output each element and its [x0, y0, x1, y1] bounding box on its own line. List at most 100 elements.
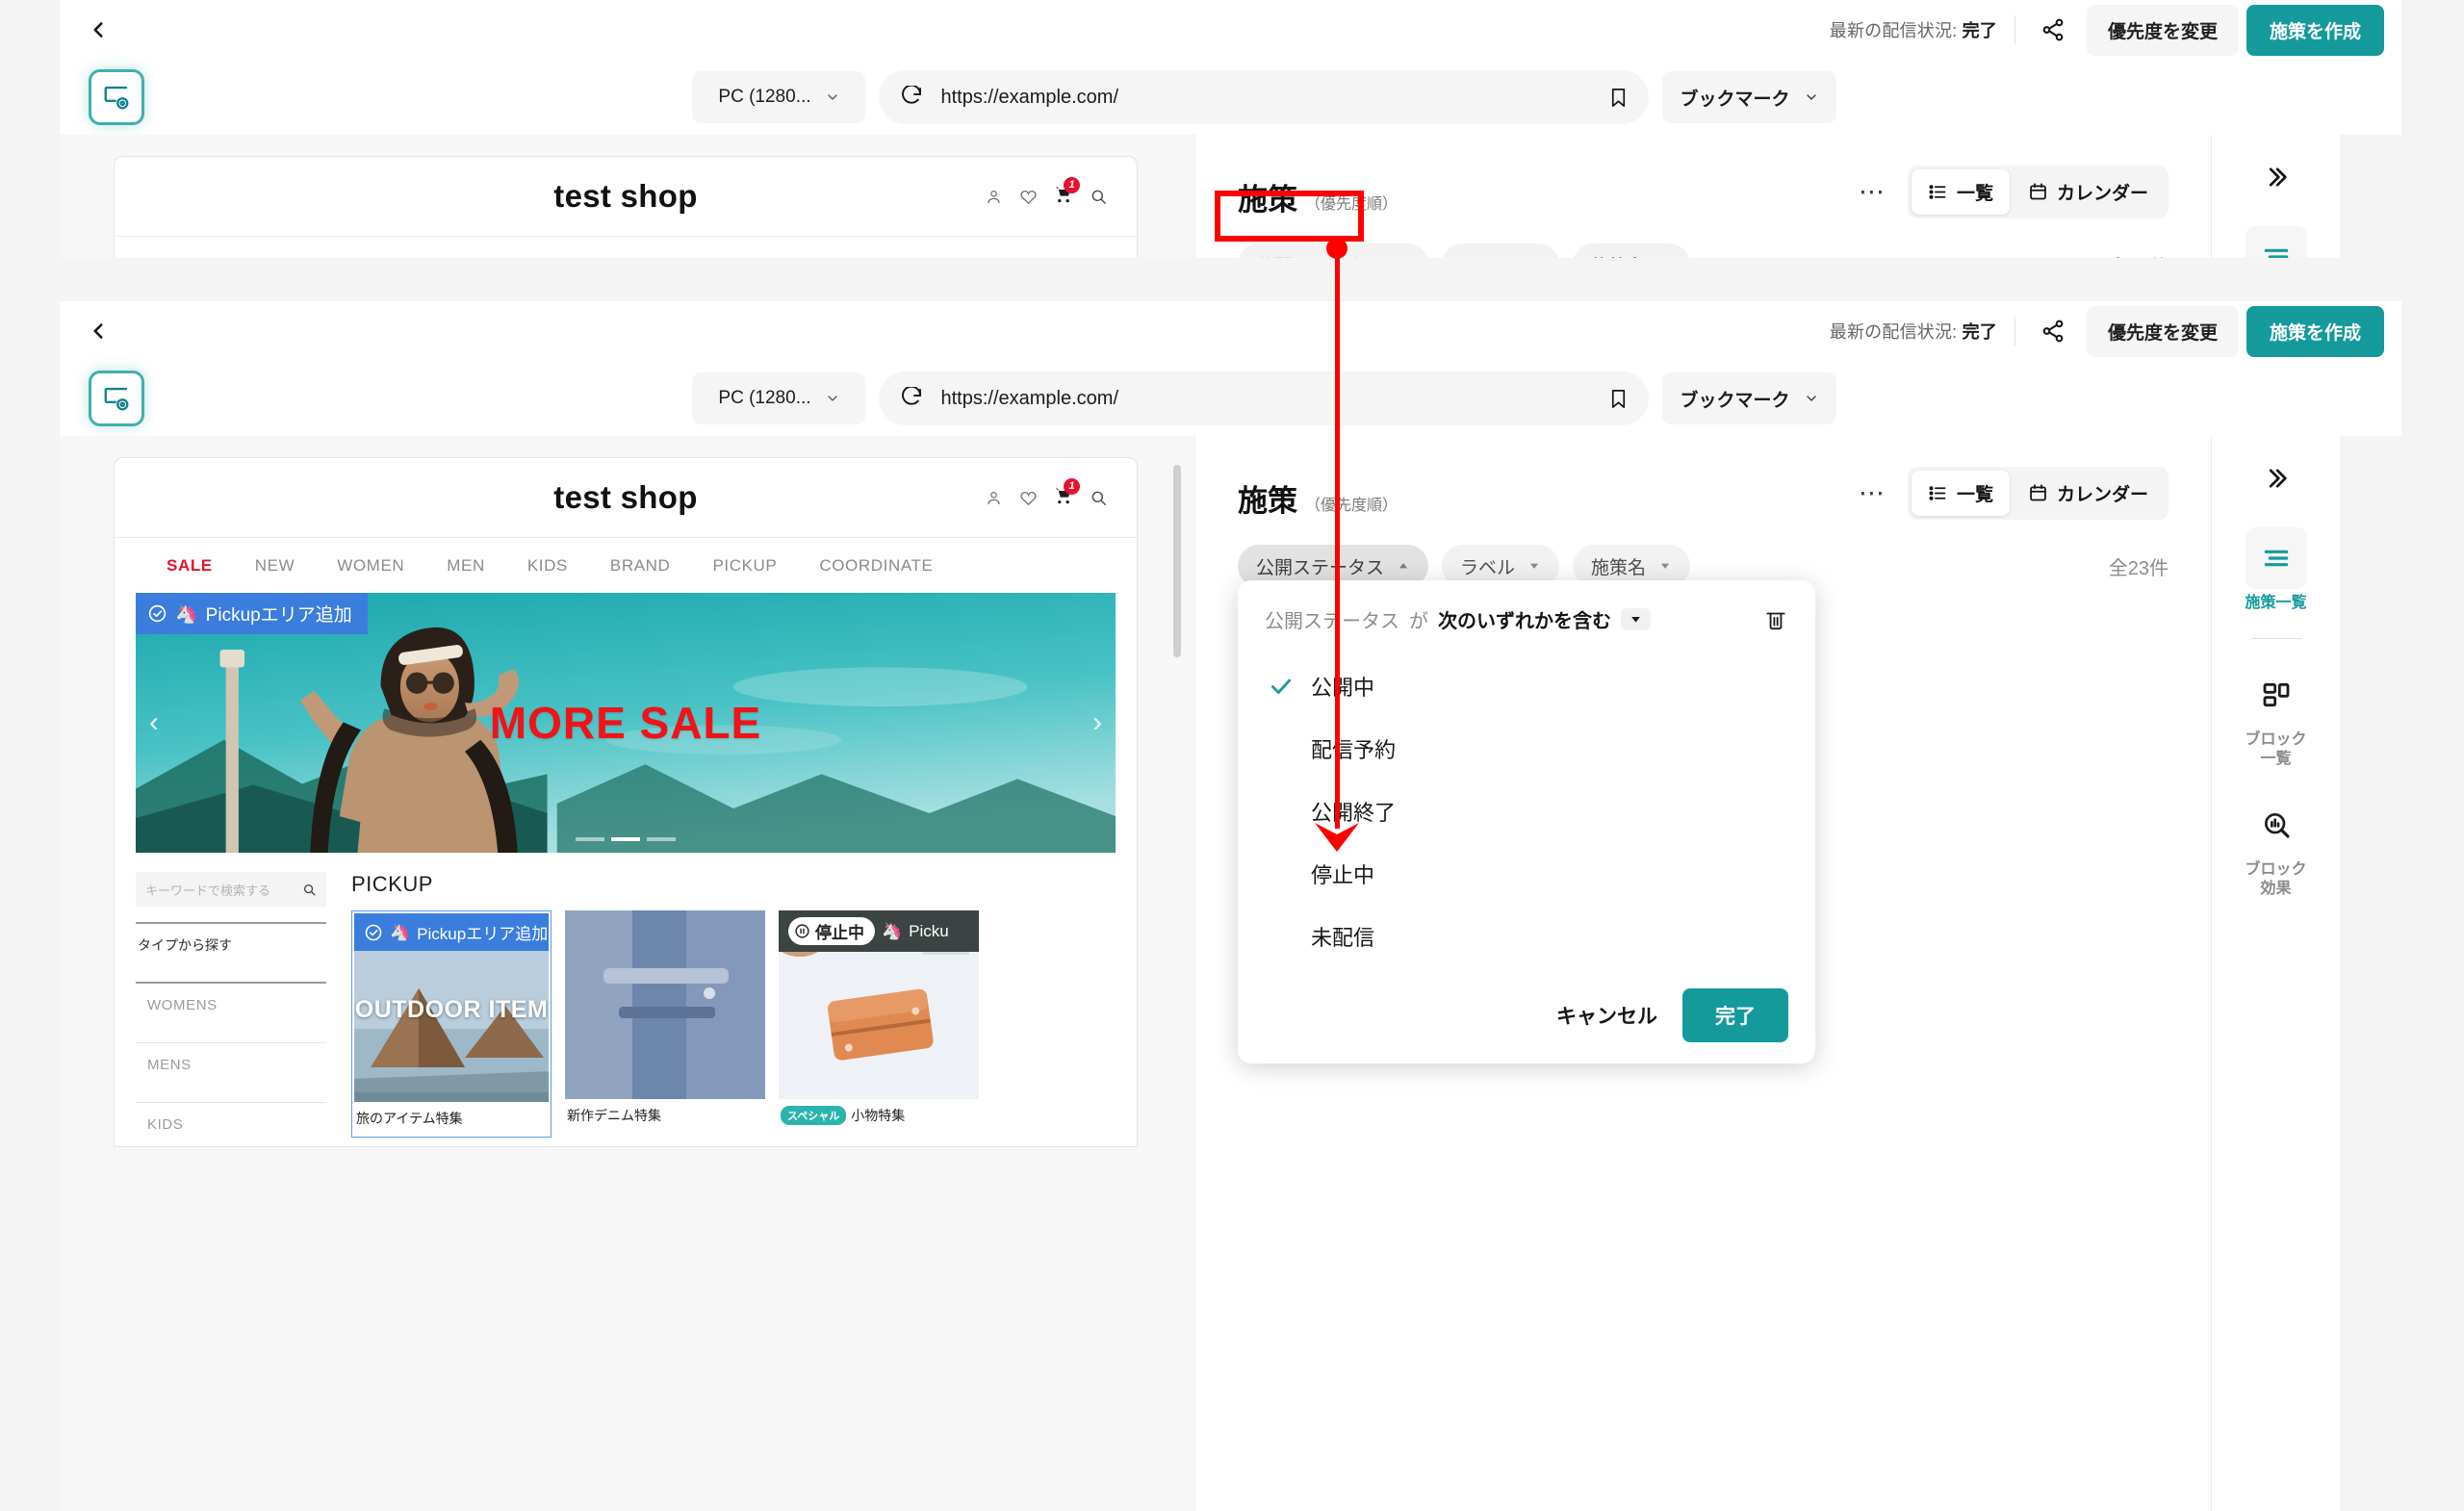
device-select[interactable]: PC (1280...: [692, 71, 866, 123]
device-select[interactable]: PC (1280...: [692, 372, 866, 424]
preview-scrollbar[interactable]: [1173, 465, 1181, 1492]
favorite-icon[interactable]: [1019, 188, 1038, 206]
screen-preview-icon[interactable]: [89, 371, 144, 426]
create-policy-button[interactable]: 施策を作成: [2246, 4, 2384, 56]
dropdown-operator[interactable]: 次のいずれかを含む: [1438, 605, 1651, 633]
shop-nav-item[interactable]: WOMEN: [337, 556, 404, 576]
policy-panel-bottom: 施策 （優先度順） ⋯ 一覧 カレンダー 公開ステータス ラベル 施策名 全23…: [1194, 436, 2211, 1511]
shop-nav-item[interactable]: NEW: [255, 255, 295, 259]
shop-window-bottom: test shop 1 SALE NEW WOMEN MEN KIDS BRAN…: [114, 457, 1138, 1147]
shop-nav-item[interactable]: SALE: [167, 255, 213, 259]
bookmark-select[interactable]: ブックマーク: [1662, 372, 1836, 424]
cart-icon[interactable]: 1: [1054, 477, 1080, 510]
bookmark-select[interactable]: ブックマーク: [1662, 71, 1836, 123]
screen-preview-icon[interactable]: [89, 69, 144, 125]
shop-header-bottom: test shop 1: [115, 458, 1137, 537]
bookmark-icon[interactable]: [1597, 377, 1639, 420]
dropdown-option[interactable]: 未配信: [1265, 905, 1788, 967]
tab-list-view[interactable]: 一覧: [1911, 169, 2010, 215]
hero-prev-arrow[interactable]: ‹: [149, 706, 159, 739]
shop-nav-item[interactable]: MEN: [447, 556, 485, 576]
shop-header-icons: 1: [985, 477, 1108, 510]
dropdown-option[interactable]: 配信予約: [1265, 717, 1788, 780]
trash-icon[interactable]: [1763, 607, 1788, 632]
dropdown-operator-caret[interactable]: [1621, 608, 1651, 630]
blocks-icon: [2246, 664, 2307, 726]
reload-icon[interactable]: [900, 86, 923, 109]
create-policy-button[interactable]: 施策を作成: [2246, 305, 2384, 357]
back-button[interactable]: [77, 9, 119, 51]
dropdown-header: 公開ステータス が 次のいずれかを含む: [1265, 605, 1788, 633]
shop-nav-item[interactable]: COORDINATE: [819, 556, 933, 576]
chevron-double-right-icon[interactable]: [2257, 158, 2296, 201]
change-priority-button[interactable]: 優先度を変更: [2086, 305, 2239, 357]
dropdown-option[interactable]: 公開終了: [1265, 780, 1788, 842]
dropdown-option[interactable]: 停止中: [1265, 842, 1788, 905]
shop-nav-item[interactable]: PICKUP: [712, 556, 777, 576]
share-icon[interactable]: [2031, 309, 2075, 353]
filter-chip-name[interactable]: 施策名: [1573, 243, 1691, 258]
change-priority-button[interactable]: 優先度を変更: [2086, 4, 2239, 56]
account-icon[interactable]: [985, 489, 1003, 507]
bookmark-icon[interactable]: [1597, 76, 1639, 118]
account-icon[interactable]: [985, 188, 1003, 206]
tab-calendar-view[interactable]: カレンダー: [2012, 169, 2165, 215]
rail-item-policy-list[interactable]: 施策一覧: [2212, 226, 2340, 258]
side-item-mens[interactable]: MENS: [136, 1043, 326, 1087]
pickup-card-tag: スペシャル: [781, 1106, 847, 1125]
hero-dot[interactable]: [611, 837, 640, 841]
shop-nav-item[interactable]: KIDS: [527, 556, 568, 576]
shop-nav-item[interactable]: BRAND: [610, 556, 671, 576]
favorite-icon[interactable]: [1019, 489, 1038, 507]
shop-nav-item[interactable]: KIDS: [527, 255, 568, 259]
shop-nav-item[interactable]: SALE: [167, 556, 213, 576]
reload-icon[interactable]: [900, 387, 923, 410]
chevron-double-right-icon[interactable]: [2257, 459, 2296, 502]
pickup-card-caption-text: 新作デニム特集: [567, 1108, 661, 1123]
search-icon[interactable]: [1090, 188, 1108, 206]
share-icon[interactable]: [2031, 8, 2075, 52]
cancel-button[interactable]: キャンセル: [1549, 989, 1665, 1041]
done-button[interactable]: 完了: [1682, 988, 1788, 1042]
pickup-card[interactable]: 🦄 Pickupエリア追加 OUTDOOR ITEM 旅のアイテム特集: [351, 910, 552, 1138]
pause-circle-icon: [795, 924, 809, 938]
chevron-up-icon: [1399, 563, 1408, 569]
side-item-kids[interactable]: KIDS: [136, 1103, 326, 1146]
delivery-status: 最新の配信状況: 完了: [1830, 17, 1997, 42]
shop-header-icons: 1: [985, 176, 1108, 209]
pickup-card[interactable]: 新作デニム特集: [565, 910, 765, 1138]
filter-chip-label[interactable]: ラベル: [1442, 243, 1560, 258]
shop-nav-item[interactable]: COORDINATE: [819, 255, 933, 259]
shop-window-top: test shop 1 SALE NEW: [114, 156, 1138, 258]
app-toolbar-top: 最新の配信状況: 完了 優先度を変更 施策を作成: [60, 0, 2401, 60]
shop-search-input[interactable]: キーワードで検索する: [136, 872, 326, 907]
ellipsis-icon[interactable]: ⋯: [1859, 480, 1886, 506]
hero-dot[interactable]: [647, 837, 676, 841]
back-button[interactable]: [77, 310, 119, 352]
shop-nav-item[interactable]: NEW: [255, 556, 295, 576]
shop-nav-item[interactable]: BRAND: [610, 255, 671, 259]
tab-calendar-view[interactable]: カレンダー: [2012, 471, 2165, 516]
shop-nav-item[interactable]: WOMEN: [337, 255, 404, 259]
cart-icon[interactable]: 1: [1054, 176, 1080, 209]
rail-item-block-list[interactable]: ブロック 一覧: [2212, 664, 2340, 769]
url-field[interactable]: https://example.com/: [879, 70, 1650, 124]
side-item-womens[interactable]: WOMENS: [136, 984, 326, 1027]
tab-list-view[interactable]: 一覧: [1911, 471, 2010, 516]
app-toolbar-bottom: 最新の配信状況: 完了 優先度を変更 施策を作成: [60, 301, 2401, 361]
pickup-card-overlay: OUTDOOR ITEM: [354, 996, 549, 1024]
search-icon[interactable]: [1090, 489, 1108, 507]
hero-banner[interactable]: 🦄 Pickupエリア追加 MORE SALE ‹ ›: [136, 593, 1116, 853]
hero-dot[interactable]: [576, 837, 604, 841]
shop-nav-item[interactable]: PICKUP: [712, 255, 777, 259]
rail-item-policy-list[interactable]: 施策一覧: [2212, 527, 2340, 613]
hero-next-arrow[interactable]: ›: [1092, 706, 1102, 739]
shop-nav-item[interactable]: MEN: [447, 255, 485, 259]
dropdown-option[interactable]: 公開中: [1265, 654, 1788, 717]
rail-item-block-effect[interactable]: ブロック 効果: [2212, 794, 2340, 899]
ellipsis-icon[interactable]: ⋯: [1859, 179, 1886, 205]
preview-scrollbar-thumb[interactable]: [1173, 465, 1181, 657]
filter-chip-status[interactable]: 公開ステータス: [1238, 243, 1429, 258]
url-field[interactable]: https://example.com/: [879, 371, 1650, 425]
pickup-card[interactable]: 停止中 🦄 Picku スペシャル 小物特集: [779, 910, 979, 1138]
